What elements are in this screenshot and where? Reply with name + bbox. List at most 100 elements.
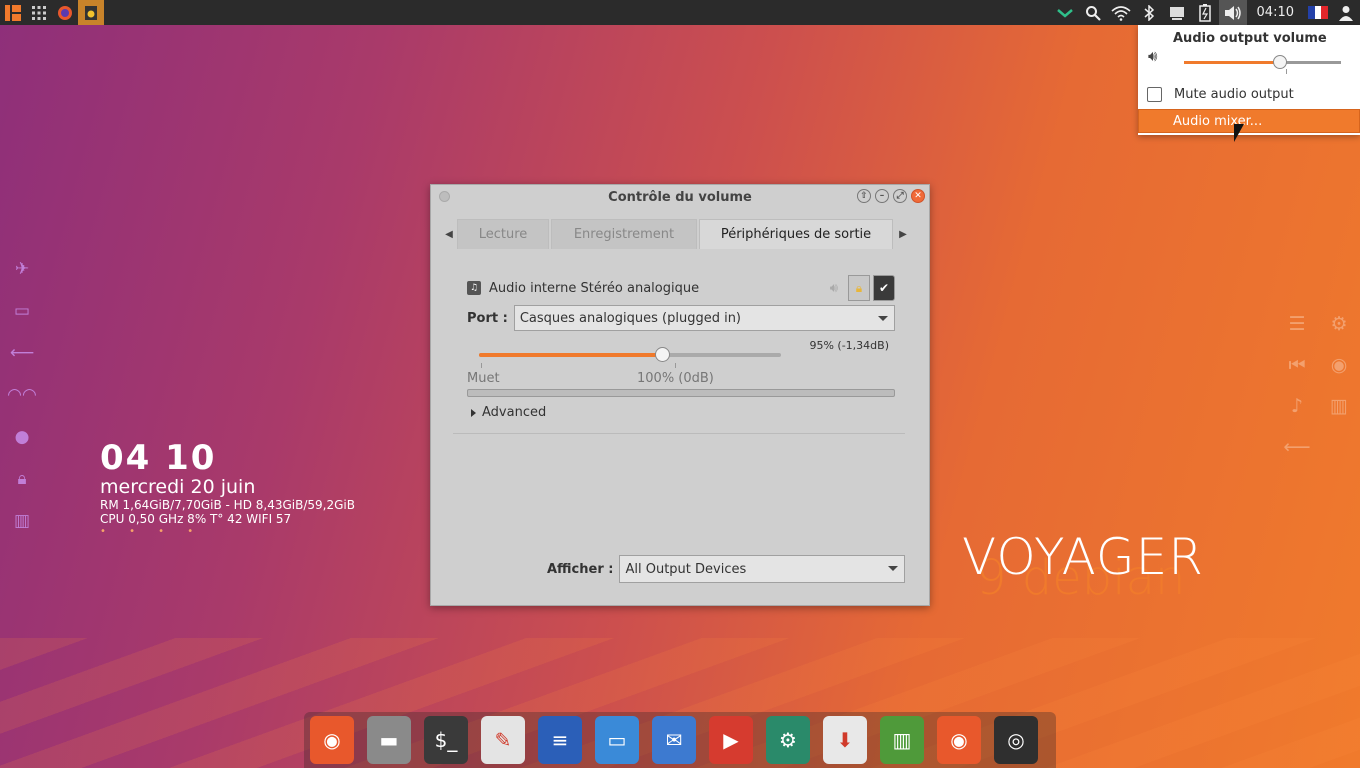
globe-icon[interactable]: ● bbox=[10, 416, 34, 458]
peak-level-meter bbox=[467, 389, 895, 397]
dock-text-editor-icon[interactable]: ✎ bbox=[481, 716, 525, 764]
airplane-icon[interactable]: ✈ bbox=[10, 248, 34, 290]
output-device-panel: ♫ Audio interne Stéréo analogique 🔊︎ 🔒︎ … bbox=[453, 265, 911, 435]
port-row: Port : Casques analogiques (plugged in) bbox=[467, 305, 895, 331]
dock-installer-icon[interactable]: ⬇ bbox=[823, 716, 867, 764]
mark-100-label: 100% (0dB) bbox=[637, 371, 714, 386]
window-menu-dot[interactable] bbox=[439, 191, 450, 202]
wifi-icon[interactable] bbox=[1107, 0, 1135, 25]
mute-toggle[interactable]: Mute audio output bbox=[1147, 87, 1294, 102]
volume-icon[interactable] bbox=[1218, 0, 1247, 25]
advanced-expander[interactable]: Advanced bbox=[471, 405, 546, 420]
popup-volume-fill bbox=[1184, 61, 1280, 64]
panel-launchers bbox=[0, 0, 104, 25]
tab-lecture[interactable]: Lecture bbox=[457, 219, 549, 249]
pin-icon[interactable]: ⇧ bbox=[857, 189, 871, 203]
speaker-icon[interactable]: 🔊︎ bbox=[830, 281, 838, 296]
chevron-down-icon bbox=[888, 566, 899, 571]
eye-icon[interactable]: ◉ bbox=[1325, 354, 1353, 376]
menu-logo-icon[interactable] bbox=[0, 0, 26, 25]
dock-firefox-2-icon[interactable]: ◉ bbox=[937, 716, 981, 764]
mute-checkbox[interactable] bbox=[1147, 87, 1162, 102]
dock-terminal-icon[interactable]: $_ bbox=[424, 716, 468, 764]
menu-icon[interactable]: ☰ bbox=[1283, 313, 1311, 335]
display-icon[interactable] bbox=[1163, 0, 1191, 25]
afficher-row: Afficher : All Output Devices bbox=[547, 555, 906, 583]
dock-firefox-icon[interactable]: ◉ bbox=[310, 716, 354, 764]
dock-settings-tool-icon[interactable]: ⚙ bbox=[766, 716, 810, 764]
popup-volume-slider[interactable] bbox=[1184, 55, 1341, 69]
music-icon[interactable]: ♪ bbox=[1283, 395, 1311, 417]
conky-date: mercredi 20 juin bbox=[100, 476, 256, 498]
audio-volume-popup: Audio output volume 🔊︎ Mute audio output… bbox=[1138, 25, 1360, 135]
conky-widget: 04 10 mercredi 20 juin RM 1,64GiB/7,70Gi… bbox=[100, 440, 355, 538]
window-title: Contrôle du volume bbox=[608, 189, 752, 205]
arrow-left-icon[interactable]: ⟵ bbox=[1283, 436, 1311, 458]
voyager-logo: 9 debian VOYAGER bbox=[962, 528, 1222, 608]
conky-time: 04 10 bbox=[100, 438, 217, 478]
port-label: Port : bbox=[467, 310, 508, 326]
dock-writer-icon[interactable]: ≡ bbox=[538, 716, 582, 764]
port-value: Casques analogiques (plugged in) bbox=[519, 310, 742, 326]
top-panel: 04:10 bbox=[0, 0, 1360, 25]
tab-scroll-left-icon[interactable]: ◀ bbox=[441, 219, 457, 249]
set-default-button[interactable]: ✔ bbox=[873, 275, 895, 301]
chart-icon[interactable]: ▥ bbox=[10, 500, 34, 542]
right-sidebar: ☰ ⚙ ⏮ ◉ ♪ ▥ ⟵ bbox=[1283, 303, 1353, 467]
voyager-title: VOYAGER bbox=[962, 528, 1205, 586]
tick-mute bbox=[481, 363, 482, 368]
firefox-icon[interactable] bbox=[52, 0, 78, 25]
user-icon[interactable] bbox=[1332, 0, 1360, 25]
dock-thunderbird-icon[interactable]: ✉ bbox=[652, 716, 696, 764]
dock-youtube-icon[interactable]: ▶ bbox=[709, 716, 753, 764]
afficher-label: Afficher : bbox=[547, 561, 614, 577]
skip-back-icon[interactable]: ⏮ bbox=[1283, 354, 1311, 376]
mute-label: Mute audio output bbox=[1174, 87, 1294, 102]
device-header: ♫ Audio interne Stéréo analogique 🔊︎ 🔒︎ … bbox=[467, 275, 895, 301]
close-icon[interactable]: ✕ bbox=[911, 189, 925, 203]
audio-app-icon[interactable] bbox=[78, 0, 104, 25]
app-grid-icon[interactable] bbox=[26, 0, 52, 25]
port-select[interactable]: Casques analogiques (plugged in) bbox=[513, 305, 895, 331]
tab-scroll-right-icon[interactable]: ▶ bbox=[895, 219, 911, 249]
conky-dots: • • • • bbox=[100, 526, 204, 537]
dock-window-icon[interactable]: ▭ bbox=[595, 716, 639, 764]
battery-icon[interactable] bbox=[1191, 0, 1219, 25]
volume-slider-knob[interactable] bbox=[655, 347, 670, 362]
volume-slider-area: 95% (-1,34dB) Muet 100% (0dB) bbox=[467, 337, 895, 387]
search-icon[interactable] bbox=[1079, 0, 1107, 25]
tab-peripheriques-de-sortie[interactable]: Périphériques de sortie bbox=[699, 219, 893, 249]
volume-slider[interactable] bbox=[479, 347, 781, 362]
monitor-icon[interactable]: ▭ bbox=[10, 290, 34, 332]
lock-icon[interactable]: 🔒︎ bbox=[10, 458, 34, 500]
vpn-check-icon[interactable] bbox=[1051, 0, 1079, 25]
arrow-left-icon[interactable]: ⟵ bbox=[10, 332, 34, 374]
advanced-label: Advanced bbox=[482, 405, 547, 420]
tab-enregistrement[interactable]: Enregistrement bbox=[551, 219, 697, 249]
popup-volume-knob[interactable] bbox=[1273, 55, 1287, 69]
dock-files-icon[interactable]: ▬ bbox=[367, 716, 411, 764]
volume-slider-fill bbox=[479, 353, 663, 357]
conky-cpu-wifi: CPU 0,50 GHz 8% T° 42 WIFI 57 bbox=[100, 512, 292, 526]
mask-icon[interactable]: ◠◠ bbox=[7, 374, 37, 416]
audio-mixer-menu-item[interactable]: Audio mixer... bbox=[1138, 109, 1360, 133]
minimize-icon[interactable]: – bbox=[875, 189, 889, 203]
window-titlebar[interactable]: Contrôle du volume ⇧ – ⤢ ✕ bbox=[431, 185, 929, 209]
panel-tray: 04:10 bbox=[1051, 0, 1360, 25]
dock-speaker-icon[interactable]: ◎ bbox=[994, 716, 1038, 764]
speaker-icon[interactable]: 🔊︎ bbox=[1148, 47, 1157, 65]
music-note-icon: ♫ bbox=[467, 281, 481, 295]
conky-ram-disk: RM 1,64GiB/7,70GiB - HD 8,43GiB/59,2GiB bbox=[100, 498, 355, 512]
bluetooth-icon[interactable] bbox=[1135, 0, 1163, 25]
gear-icon[interactable]: ⚙ bbox=[1325, 313, 1353, 335]
dock-trash-icon[interactable]: ▥ bbox=[880, 716, 924, 764]
popup-title: Audio output volume bbox=[1173, 31, 1327, 46]
afficher-select[interactable]: All Output Devices bbox=[619, 555, 906, 583]
panel-clock[interactable]: 04:10 bbox=[1247, 0, 1304, 25]
keyboard-layout-flag-icon[interactable] bbox=[1304, 0, 1332, 25]
maximize-icon[interactable]: ⤢ bbox=[893, 189, 907, 203]
dock: ◉ ▬ $_ ✎ ≡ ▭ ✉ ▶ ⚙ ⬇ ▥ ◉ ◎ bbox=[304, 712, 1056, 768]
mark-mute-label: Muet bbox=[467, 371, 500, 386]
bars-icon[interactable]: ▥ bbox=[1325, 395, 1353, 417]
lock-channels-button[interactable]: 🔒︎ bbox=[848, 275, 870, 301]
